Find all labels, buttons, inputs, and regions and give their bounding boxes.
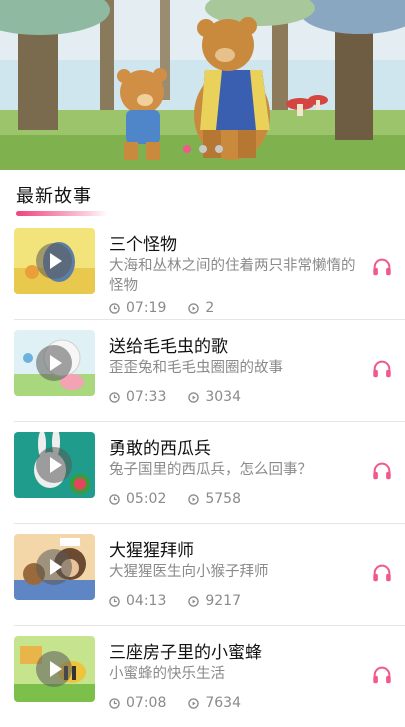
story-description: 小蜜蜂的快乐生活: [109, 666, 225, 682]
headphones-icon[interactable]: [371, 358, 393, 380]
story-item[interactable]: 三座房子里的小蜜蜂 小蜜蜂的快乐生活 07:08 7634: [14, 626, 405, 727]
story-item[interactable]: 送给毛毛虫的歌 歪歪兔和毛毛虫圈圈的故事 07:33 3034: [14, 320, 405, 422]
story-meta: 05:02 5758: [109, 491, 241, 507]
story-duration: 04:13: [126, 593, 167, 609]
clock-icon: [109, 493, 120, 505]
play-count-icon: [188, 493, 200, 505]
play-overlay-icon: [36, 549, 72, 585]
story-play-count: 3034: [205, 389, 241, 405]
story-item[interactable]: 三个怪物 大海和丛林之间的住着两只非常懒惰的怪物 07:19 2: [14, 218, 405, 320]
clock-icon: [109, 595, 120, 607]
carousel-dot[interactable]: [214, 145, 223, 153]
clock-icon: [109, 302, 120, 314]
story-duration: 07:33: [126, 389, 167, 405]
story-title: 大猩猩拜师: [109, 541, 194, 561]
story-play-count: 7634: [205, 695, 241, 711]
story-play-count: 9217: [205, 593, 241, 609]
story-meta: 04:13 9217: [109, 593, 241, 609]
play-count-icon: [188, 595, 200, 607]
story-duration: 07:08: [126, 695, 167, 711]
story-title: 勇敢的西瓜兵: [109, 439, 211, 459]
story-duration: 05:02: [126, 491, 167, 507]
story-thumbnail: [14, 228, 95, 294]
section-header: 最新故事: [16, 182, 108, 216]
section-title: 最新故事: [16, 186, 92, 207]
story-title: 三个怪物: [109, 235, 177, 255]
headphones-icon[interactable]: [371, 256, 393, 278]
story-play-count: 5758: [205, 491, 241, 507]
play-overlay-icon: [36, 243, 72, 279]
story-meta: 07:08 7634: [109, 695, 241, 711]
headphones-icon[interactable]: [371, 460, 393, 482]
story-meta: 07:19 2: [109, 300, 214, 316]
section-underline: [16, 211, 108, 216]
play-overlay-icon: [36, 345, 72, 381]
story-title: 三座房子里的小蜜蜂: [109, 643, 262, 663]
story-thumbnail: [14, 330, 95, 396]
play-overlay-icon: [36, 447, 72, 483]
play-count-icon: [188, 391, 200, 403]
story-play-count: 2: [205, 300, 215, 316]
story-thumbnail: [14, 534, 95, 600]
play-count-icon: [188, 302, 200, 314]
story-item[interactable]: 勇敢的西瓜兵 兔子国里的西瓜兵，怎么回事？ 05:02 5758: [14, 422, 405, 524]
headphones-icon[interactable]: [371, 562, 393, 584]
story-meta: 07:33 3034: [109, 389, 241, 405]
carousel-indicator: [0, 145, 405, 153]
story-item[interactable]: 大猩猩拜师 大猩猩医生向小猴子拜师 04:13 9217: [14, 524, 405, 626]
carousel-dot[interactable]: [182, 145, 191, 153]
play-count-icon: [188, 697, 200, 709]
story-thumbnail: [14, 636, 95, 702]
story-list: 三个怪物 大海和丛林之间的住着两只非常懒惰的怪物 07:19 2 送给毛毛虫的歌…: [0, 218, 405, 727]
story-description: 歪歪兔和毛毛虫圈圈的故事: [109, 360, 283, 376]
clock-icon: [109, 697, 120, 709]
clock-icon: [109, 391, 120, 403]
story-description: 大海和丛林之间的住着两只非常懒惰的怪物: [109, 258, 356, 294]
story-duration: 07:19: [126, 300, 167, 316]
story-thumbnail: [14, 432, 95, 498]
story-description: 兔子国里的西瓜兵，怎么回事？: [109, 462, 312, 478]
play-overlay-icon: [36, 651, 72, 687]
story-description: 大猩猩医生向小猴子拜师: [109, 564, 269, 580]
story-title: 送给毛毛虫的歌: [109, 337, 228, 357]
carousel-dot[interactable]: [198, 145, 207, 153]
headphones-icon[interactable]: [371, 664, 393, 686]
